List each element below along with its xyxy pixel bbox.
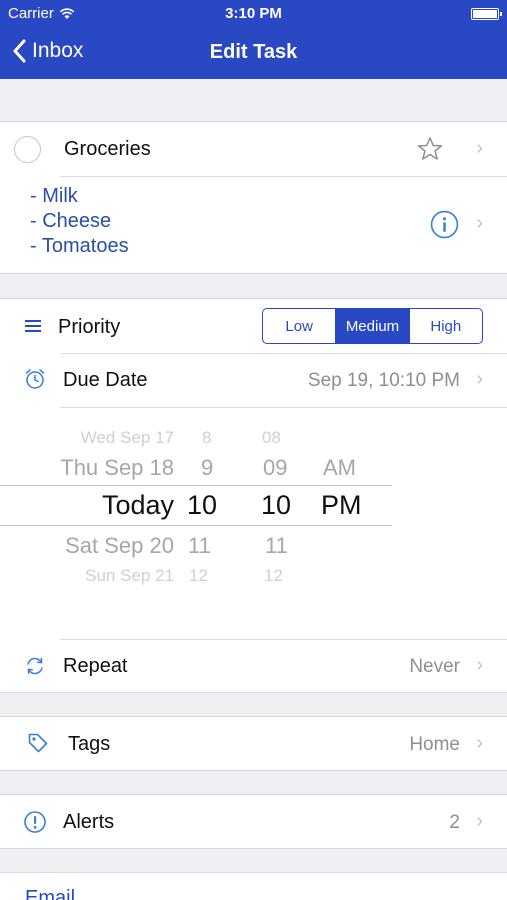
picker-hour-selected[interactable]: 10 <box>187 490 217 521</box>
task-title-row[interactable]: Groceries › <box>0 122 507 176</box>
navigation-bar: Inbox Edit Task <box>0 28 507 79</box>
separator <box>60 407 507 408</box>
alerts-section[interactable]: Alerts 2 › <box>0 794 507 849</box>
picker-minute[interactable]: 12 <box>264 566 283 586</box>
repeat-value: Never <box>409 656 460 677</box>
picker-minute[interactable]: 09 <box>263 455 287 481</box>
repeat-icon <box>27 657 43 675</box>
email-link[interactable]: Email <box>25 887 75 900</box>
picker-day[interactable]: Wed Sep 17 <box>81 428 174 448</box>
alerts-value: 2 <box>449 812 460 833</box>
picker-day[interactable]: Sun Sep 21 <box>85 566 174 586</box>
chevron-right-icon: › <box>476 212 483 234</box>
picker-hour[interactable]: 12 <box>189 566 208 586</box>
due-date-value: Sep 19, 10:10 PM <box>307 370 460 391</box>
picker-day-selected[interactable]: Today <box>102 490 174 521</box>
note-line: - Milk <box>30 185 78 207</box>
picker-selection-bottom-line <box>0 525 392 526</box>
battery-icon <box>471 8 502 20</box>
chevron-right-icon: › <box>476 137 483 159</box>
due-date-row[interactable]: Due Date Sep 19, 10:10 PM › <box>0 354 507 407</box>
picker-am[interactable]: AM <box>323 455 356 481</box>
picker-day[interactable]: Thu Sep 18 <box>60 455 174 481</box>
priority-high-option[interactable]: High <box>408 309 482 343</box>
priority-label: Priority <box>58 316 121 338</box>
task-notes[interactable]: - Milk - Cheese - Tomatoes <box>30 184 129 259</box>
separator <box>60 176 507 177</box>
tags-section[interactable]: Tags Home › <box>0 716 507 771</box>
picker-minute-selected[interactable]: 10 <box>261 490 291 521</box>
priority-segmented-control[interactable]: Low Medium High <box>262 308 483 344</box>
tags-value: Home <box>409 734 460 755</box>
chevron-right-icon: › <box>476 368 483 390</box>
priority-lines-icon <box>25 320 41 332</box>
task-title[interactable]: Groceries <box>64 138 151 161</box>
picker-minute[interactable]: 08 <box>262 428 281 448</box>
status-time: 3:10 PM <box>225 5 282 22</box>
priority-medium-option[interactable]: Medium <box>335 309 409 343</box>
details-section: Priority Low Medium High Due Date Sep 19… <box>0 298 507 693</box>
priority-low-option[interactable]: Low <box>263 309 335 343</box>
picker-day[interactable]: Sat Sep 20 <box>65 533 174 559</box>
repeat-label: Repeat <box>63 655 128 677</box>
tag-icon <box>28 733 48 753</box>
email-section[interactable]: Email <box>0 872 507 900</box>
info-icon[interactable] <box>430 210 459 239</box>
picker-hour[interactable]: 11 <box>188 533 211 559</box>
repeat-row[interactable]: Repeat Never › <box>0 640 507 693</box>
alerts-label: Alerts <box>63 811 115 833</box>
due-date-label: Due Date <box>63 369 148 391</box>
picker-minute[interactable]: 11 <box>265 533 288 559</box>
picker-hour[interactable]: 9 <box>201 455 213 481</box>
page-title: Edit Task <box>209 41 298 63</box>
task-section: Groceries › - Milk - Cheese - Tomatoes › <box>0 121 507 274</box>
status-bar: Carrier 3:10 PM <box>0 0 507 28</box>
alert-icon <box>24 811 46 833</box>
priority-row: Priority Low Medium High <box>0 299 507 353</box>
complete-checkbox[interactable] <box>14 136 41 163</box>
star-icon[interactable] <box>416 135 444 163</box>
tags-label: Tags <box>68 733 111 755</box>
chevron-right-icon: › <box>476 654 483 676</box>
picker-hour[interactable]: 8 <box>202 428 211 448</box>
chevron-right-icon: › <box>476 810 483 832</box>
alarm-clock-icon <box>25 369 45 389</box>
note-line: - Cheese <box>30 210 112 232</box>
picker-pm-selected[interactable]: PM <box>321 490 362 521</box>
date-time-picker[interactable]: Wed Sep 17 Thu Sep 18 Today Sat Sep 20 S… <box>0 419 507 639</box>
note-line: - Tomatoes <box>30 235 129 257</box>
picker-selection-top-line <box>0 485 392 486</box>
chevron-right-icon: › <box>476 732 483 754</box>
